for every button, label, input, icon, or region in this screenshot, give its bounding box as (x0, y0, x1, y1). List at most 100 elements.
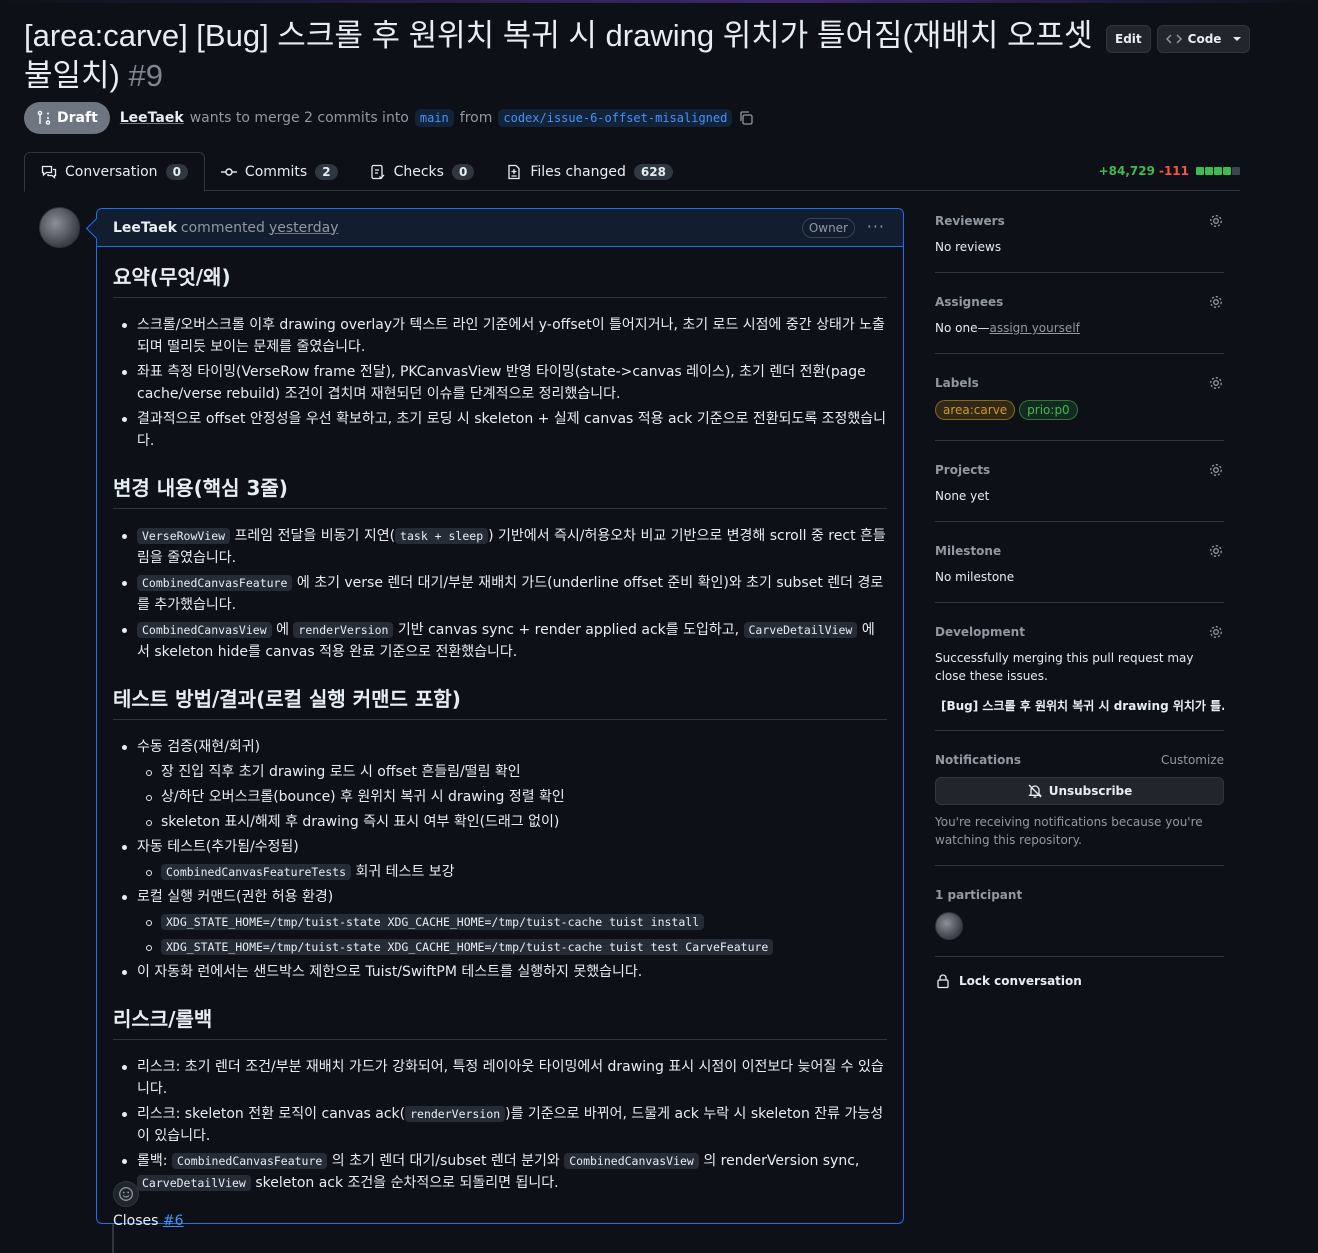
list-item: CombinedCanvasView 에 renderVersion 기반 ca… (113, 619, 887, 663)
section-title: 1 participant (935, 888, 1023, 902)
inline-code: CombinedCanvasFeature (171, 1153, 328, 1169)
heading-summary: 요약(무엇/왜) (113, 263, 887, 298)
inline-code: renderVersion (405, 1106, 506, 1122)
list-item: 리스크: 초기 렌더 조건/부분 재배치 가드가 강화되어, 특정 레이아웃 타… (113, 1056, 887, 1100)
comment-author[interactable]: LeeTaek (113, 220, 177, 236)
gear-icon[interactable] (1208, 462, 1224, 478)
tab-conversation[interactable]: Conversation 0 (24, 152, 205, 192)
comment-action: commented (180, 219, 265, 236)
tab-label: Commits (244, 163, 308, 180)
gear-icon[interactable] (1208, 294, 1224, 310)
add-reaction-button[interactable] (113, 1181, 139, 1207)
gear-icon[interactable] (1208, 543, 1224, 559)
gear-icon[interactable] (1208, 213, 1224, 229)
inline-code: XDG_STATE_HOME=/tmp/tuist-state XDG_CACH… (161, 914, 705, 930)
pr-meta: Draft LeeTaek wants to merge 2 commits i… (24, 102, 754, 134)
assign-yourself-link[interactable]: assign yourself (989, 321, 1079, 335)
diffstat-bar (1195, 167, 1240, 175)
section-title: Milestone (935, 544, 1002, 558)
kebab-menu-icon[interactable]: ··· (867, 217, 885, 236)
list-item: VerseRowView 프레임 전달을 비동기 지연(task + sleep… (113, 525, 887, 569)
inline-code: VerseRowView (137, 528, 231, 544)
list-item: 롤백: CombinedCanvasFeature 의 초기 렌더 대기/sub… (113, 1150, 887, 1194)
list-item: 이 자동화 런에서는 샌드박스 제한으로 Tuist/SwiftPM 테스트를 … (113, 961, 887, 983)
comment-time[interactable]: yesterday (269, 220, 339, 236)
inline-code: task + sleep (395, 528, 489, 544)
sidebar-assignees: Assignees No one—assign yourself (935, 289, 1224, 354)
tab-label: Checks (393, 163, 444, 180)
summary-list: 스크롤/오버스크롤 이후 drawing overlay가 텍스트 라인 기준에… (113, 314, 887, 452)
issue-reference-link[interactable]: #6 (163, 1213, 184, 1229)
code-icon (1165, 34, 1182, 44)
inline-code: CombinedCanvasView (564, 1153, 699, 1169)
projects-value: None yet (935, 489, 990, 503)
tab-counter: 0 (165, 164, 188, 180)
label-area-carve[interactable]: area:carve (935, 400, 1016, 420)
unsubscribe-button[interactable]: Unsubscribe (935, 777, 1224, 805)
inline-code: CombinedCanvasView (137, 622, 272, 638)
tests-list: 수동 검증(재현/회귀) 장 진입 직후 초기 drawing 로드 시 off… (113, 736, 887, 983)
code-button-label: Code (1187, 32, 1222, 46)
lock-label: Lock conversation (959, 974, 1082, 988)
pr-title: [area:carve] [Bug] 스크롤 후 원위치 복귀 시 drawin… (24, 16, 1104, 96)
label-prio-p0[interactable]: prio:p0 (1019, 400, 1078, 420)
list-item: CombinedCanvasFeature 에 초기 verse 렌더 대기/부… (113, 572, 887, 616)
draft-pr-icon (37, 110, 51, 125)
tab-commits[interactable]: Commits 2 (205, 152, 354, 191)
list-item: 좌표 측정 타이밍(VerseRow frame 전달), PKCanvasVi… (113, 361, 887, 405)
heading-tests: 테스트 방법/결과(로컬 실행 커맨드 포함) (113, 685, 887, 720)
sidebar: Reviewers No reviews Assignees No one—as… (935, 208, 1224, 989)
comment-body: 요약(무엇/왜) 스크롤/오버스크롤 이후 drawing overlay가 텍… (97, 247, 903, 1232)
list-item: 장 진입 직후 초기 drawing 로드 시 offset 흔들림/떨림 확인 (113, 761, 887, 783)
owner-badge: Owner (801, 218, 855, 238)
head-branch[interactable]: codex/issue-6-offset-misaligned (498, 109, 733, 127)
code-button[interactable]: Code (1156, 25, 1251, 53)
list-item: 스크롤/오버스크롤 이후 drawing overlay가 텍스트 라인 기준에… (113, 314, 887, 358)
inline-code: CombinedCanvasFeatureTests (161, 864, 352, 880)
list-item: skeleton 표시/해제 후 drawing 즉시 표시 여부 확인(드래그… (113, 811, 887, 833)
tab-checks[interactable]: Checks 0 (354, 152, 491, 191)
reviewers-value: No reviews (935, 240, 1002, 254)
linked-issue[interactable]: [Bug] 스크롤 후 원위치 복귀 시 drawing 위치가 틀... (935, 697, 1224, 714)
section-title: Labels (935, 376, 979, 390)
sidebar-participants: 1 participant (935, 882, 1224, 957)
tab-files-changed[interactable]: Files changed 628 (490, 152, 689, 191)
customize-link[interactable]: Customize (1161, 753, 1224, 767)
milestone-value: No milestone (935, 570, 1015, 584)
inline-code: CarveDetailView (743, 622, 858, 638)
tab-label: Files changed (530, 163, 626, 180)
inline-code: renderVersion (293, 622, 394, 638)
base-branch[interactable]: main (414, 109, 454, 127)
labels-list: area:carve prio:p0 (935, 400, 1224, 424)
avatar[interactable] (39, 207, 80, 248)
list-item: 수동 검증(재현/회귀) (113, 736, 887, 758)
development-text: Successfully merging this pull request m… (935, 651, 1194, 683)
author-link[interactable]: LeeTaek (120, 110, 184, 126)
gear-icon[interactable] (1208, 624, 1224, 640)
header-actions: Edit Code (1106, 25, 1251, 53)
pr-title-text: [area:carve] [Bug] 스크롤 후 원위치 복귀 시 drawin… (24, 18, 1093, 93)
assignees-value: No one—assign yourself (935, 321, 1080, 335)
list-item: 상/하단 오버스크롤(bounce) 후 원위치 복귀 시 drawing 정렬… (113, 786, 887, 808)
lock-conversation-button[interactable]: Lock conversation (935, 973, 1224, 989)
pr-description-comment: LeeTaek commented yesterday Owner ··· 요약… (96, 208, 904, 1229)
section-title: Projects (935, 463, 991, 477)
list-item: 결과적으로 offset 안정성을 우선 확보하고, 초기 로딩 시 skele… (113, 408, 887, 452)
sidebar-milestone: Milestone No milestone (935, 538, 1224, 603)
top-accent-line (0, 0, 1318, 3)
copy-icon[interactable] (738, 110, 754, 126)
sidebar-labels: Labels area:carve prio:p0 (935, 370, 1224, 441)
section-title: Reviewers (935, 214, 1005, 228)
sidebar-development: Development Successfully merging this pu… (935, 619, 1224, 731)
additions-count: +84,729 (1098, 164, 1155, 178)
inline-code: XDG_STATE_HOME=/tmp/tuist-state XDG_CACH… (161, 939, 774, 955)
list-item: XDG_STATE_HOME=/tmp/tuist-state XDG_CACH… (113, 911, 887, 933)
comment-header: LeeTaek commented yesterday Owner ··· (97, 209, 903, 247)
linked-issue-title: [Bug] 스크롤 후 원위치 복귀 시 drawing 위치가 틀... (941, 699, 1224, 713)
unsubscribe-label: Unsubscribe (1048, 784, 1133, 798)
gear-icon[interactable] (1208, 375, 1224, 391)
diffstat: +84,729 -111 (1099, 164, 1240, 178)
notifications-note: You're receiving notifications because y… (935, 815, 1203, 847)
edit-button[interactable]: Edit (1106, 25, 1151, 53)
participant-avatar[interactable] (935, 912, 963, 940)
